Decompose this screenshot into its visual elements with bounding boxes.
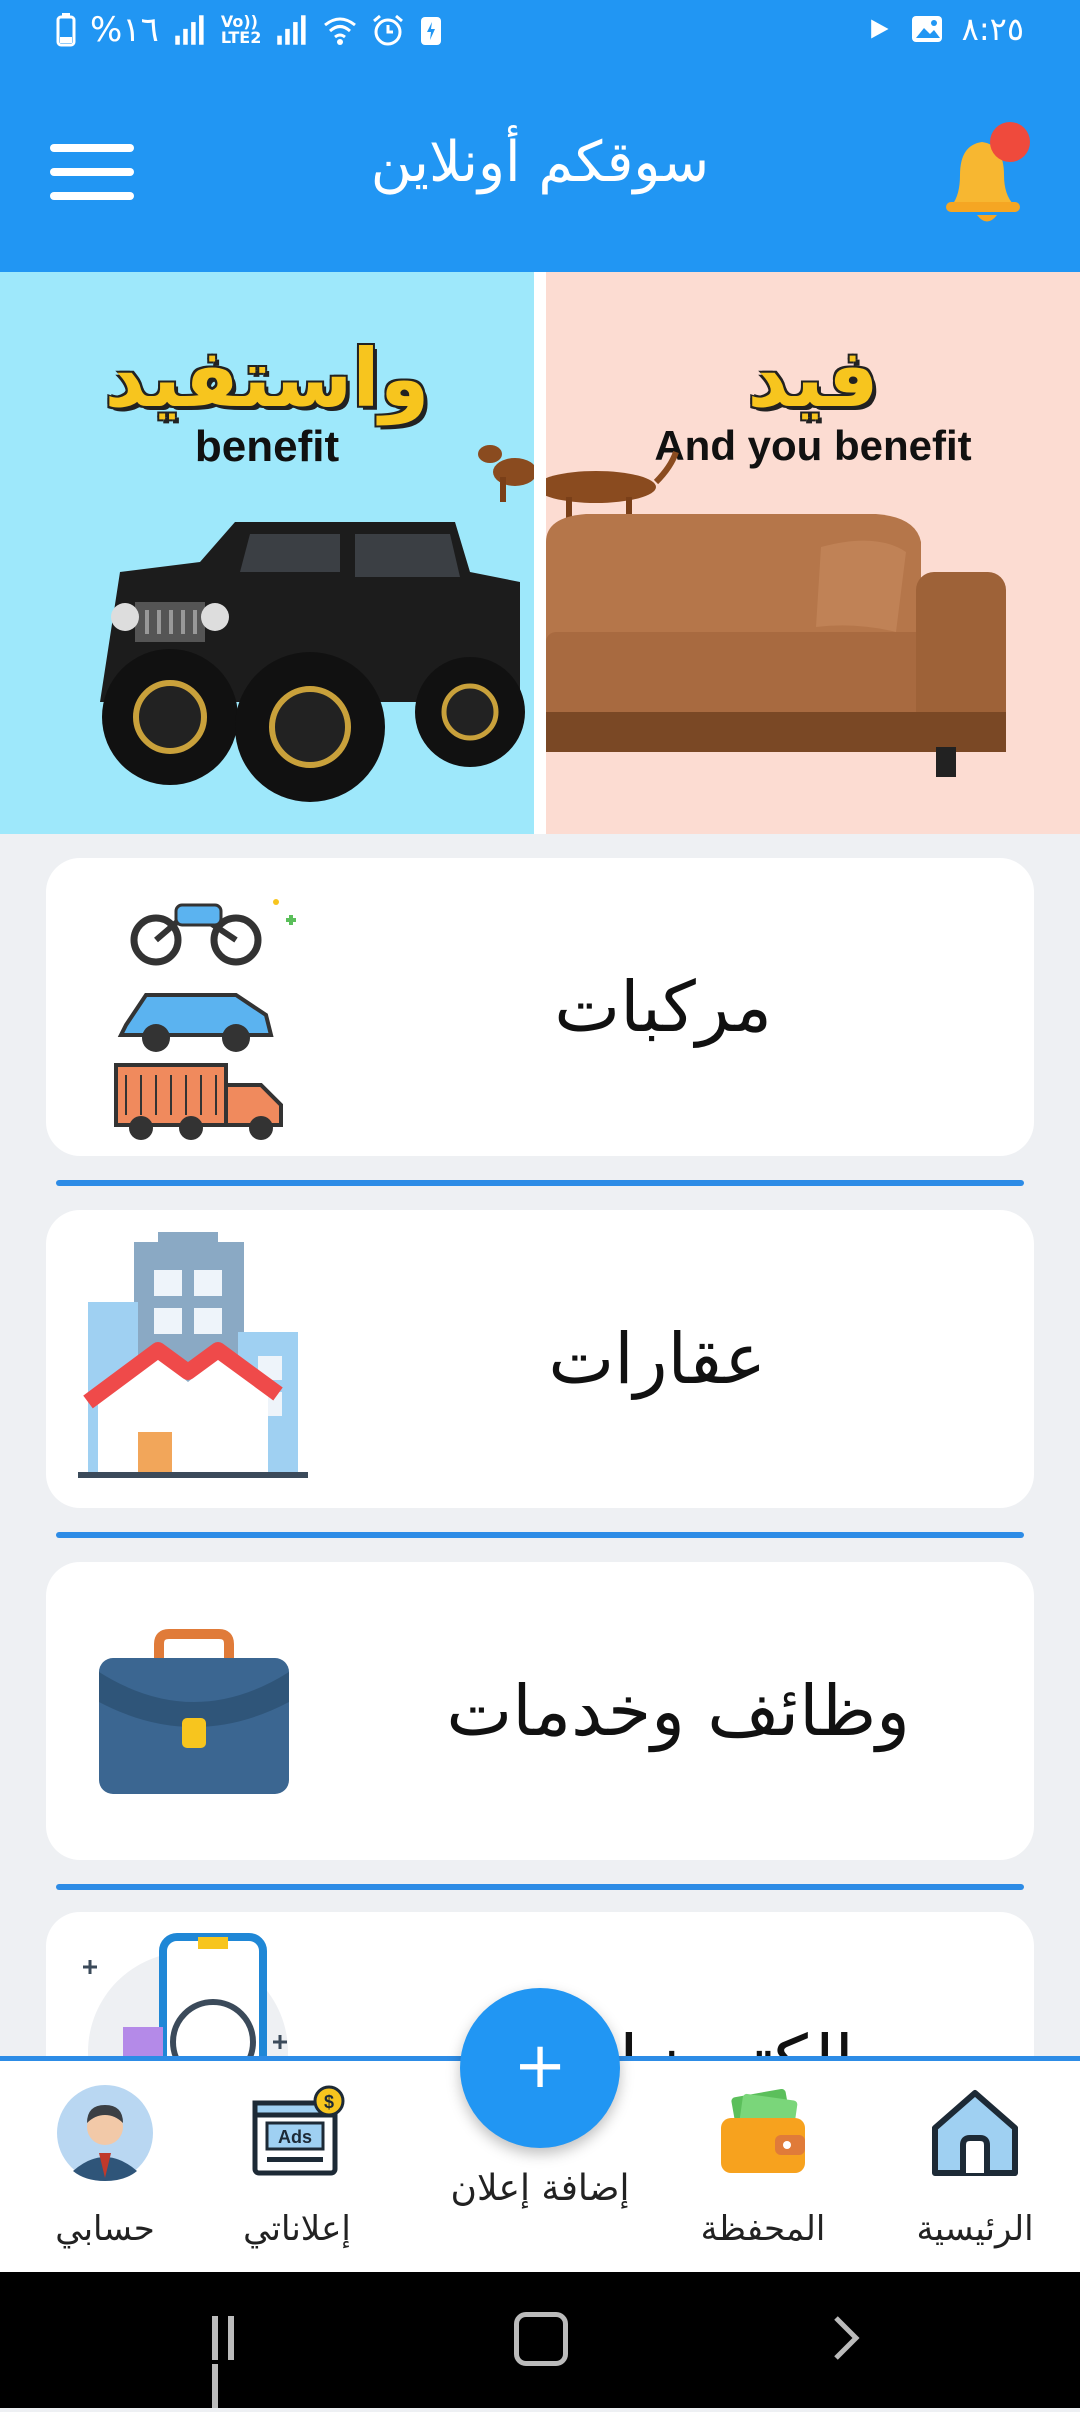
system-navigation-bar [0, 2272, 1080, 2408]
wifi-icon [323, 17, 356, 45]
signal-icon [175, 15, 204, 45]
category-card-vehicles[interactable]: مركبات [46, 858, 1034, 1156]
nav-wallet-label: المحفظة [700, 2209, 826, 2249]
separator-3 [56, 1884, 1024, 1890]
back-chevron-icon[interactable] [820, 2312, 872, 2364]
recent-apps-button[interactable] [212, 2316, 256, 2408]
status-time: ٨:٢٥ [961, 10, 1024, 48]
separator-2 [56, 1532, 1024, 1538]
vehicles-icon [114, 899, 296, 1140]
jeep-image [100, 445, 534, 802]
battery-percent: %١٦ [90, 10, 159, 50]
sofa-image [546, 450, 1006, 777]
status-bar: %١٦ Vo)) LTE2 ٨:٢٥ [0, 0, 1080, 70]
page-title: سوقكم أونلاين [370, 130, 710, 195]
app-bar: سوقكم أونلاين [0, 70, 1080, 272]
category-card-real-estate[interactable]: عقارات [46, 1210, 1034, 1508]
separator-1 [56, 1180, 1024, 1186]
bell-icon[interactable] [932, 120, 1032, 230]
battery-icon [56, 13, 76, 47]
category-label-jobs-services: وظائف وخدمات [446, 1670, 910, 1752]
add-ad-label: إضافة إعلان [450, 2168, 630, 2209]
alarm-icon [372, 14, 403, 46]
promo-banner[interactable]: واستفيد benefit فيد And you benefit [0, 272, 1080, 834]
real-estate-icon [78, 1232, 308, 1478]
add-ad-button[interactable]: + [460, 1988, 620, 2148]
briefcase-icon [99, 1629, 289, 1794]
avatar [57, 2085, 153, 2181]
category-label-vehicles: مركبات [554, 966, 772, 1048]
category-label-real-estate: عقارات [548, 1318, 766, 1400]
ads-icon: Ads $ [252, 2085, 345, 2176]
wallet-icon [721, 2088, 805, 2173]
svg-text:$: $ [324, 2092, 334, 2112]
play-icon [870, 19, 889, 39]
banner-divider [534, 272, 546, 834]
home-button[interactable] [514, 2312, 568, 2366]
category-card-jobs-services[interactable]: وظائف وخدمات [46, 1562, 1034, 1860]
battery-saver-icon [420, 17, 441, 45]
network-type: Vo)) LTE2 [220, 12, 262, 47]
status-right: ٨:٢٥ [866, 10, 1024, 48]
nav-my-ads-label: إعلاناتي [243, 2209, 351, 2249]
ads-badge-text: Ads [278, 2127, 312, 2147]
status-left: %١٦ Vo)) LTE2 [56, 10, 443, 50]
banner-right: فيد And you benefit [546, 272, 1080, 834]
nav-home-label: الرئيسية [916, 2209, 1034, 2249]
home-icon [932, 2090, 1018, 2176]
image-icon [911, 16, 942, 42]
signal-icon-2 [277, 15, 306, 45]
nav-my-account-label: حسابي [55, 2209, 155, 2249]
banner-left: واستفيد benefit [0, 272, 534, 834]
